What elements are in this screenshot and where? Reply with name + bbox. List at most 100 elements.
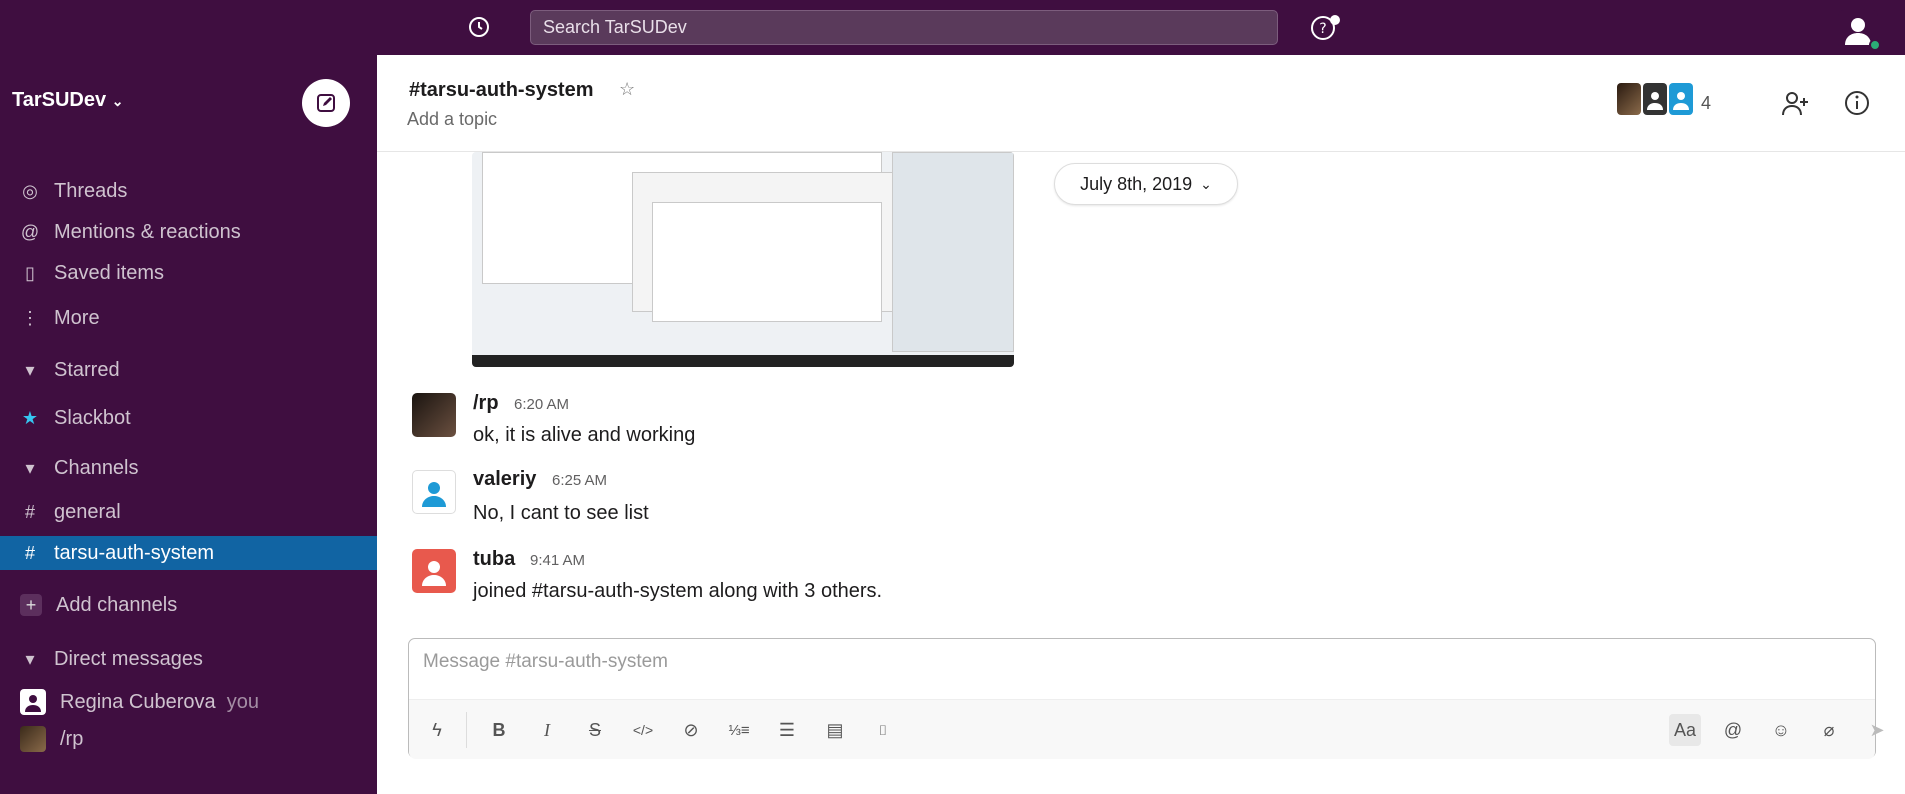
dm-item-rp[interactable]: /rp xyxy=(12,722,362,756)
window-thumb xyxy=(652,202,882,322)
message-composer: Message #tarsu-auth-system ϟ B I S </> ⊘… xyxy=(408,638,1885,759)
sidebar-section-dms[interactable]: ▾ Direct messages xyxy=(12,642,362,676)
add-user-icon xyxy=(1782,92,1808,116)
sidebar-item-label: Mentions & reactions xyxy=(54,220,241,243)
slackbot-icon: ★ xyxy=(21,407,39,428)
members-button[interactable]: 4 xyxy=(1617,83,1711,123)
avatar xyxy=(20,689,46,715)
chevron-down-icon: ⌄ xyxy=(111,93,124,109)
blockquote-button[interactable]: ▤ xyxy=(819,714,851,746)
search-input[interactable]: Search TarSUDev xyxy=(530,10,1278,45)
top-bar: Search TarSUDev ? xyxy=(0,0,1905,55)
message-input[interactable]: Message #tarsu-auth-system xyxy=(423,651,668,673)
window-thumb xyxy=(892,152,1014,352)
history-button[interactable] xyxy=(463,11,495,43)
workspace-name: TarSUDev xyxy=(12,89,107,111)
mention-button[interactable]: @ xyxy=(1717,714,1749,746)
send-icon: ➤ xyxy=(1869,719,1885,740)
add-topic-link[interactable]: Add a topic xyxy=(407,109,497,130)
message-author[interactable]: tuba xyxy=(473,548,515,571)
channel-info-button[interactable] xyxy=(1839,85,1875,121)
code-button[interactable]: </> xyxy=(627,714,659,746)
sidebar-item-tarsu-auth-system[interactable]: # tarsu-auth-system xyxy=(0,536,377,570)
workspace-menu[interactable]: TarSUDev ⌄ xyxy=(12,89,123,112)
italic-button[interactable]: I xyxy=(531,714,563,746)
avatar xyxy=(1617,83,1641,115)
avatar[interactable] xyxy=(412,393,456,437)
sidebar-item-label: Starred xyxy=(54,358,120,381)
link-button[interactable]: ⊘ xyxy=(675,714,707,746)
compose-button[interactable] xyxy=(302,79,350,127)
plus-icon: + xyxy=(20,594,42,616)
avatar[interactable] xyxy=(412,549,456,593)
message-timestamp[interactable]: 9:41 AM xyxy=(530,552,585,569)
threads-icon: ◎ xyxy=(22,180,38,201)
compose-icon xyxy=(317,94,335,112)
dm-item-self[interactable]: Regina Cuberova you xyxy=(12,685,362,719)
sidebar-item-more[interactable]: ⋮ More xyxy=(12,301,362,335)
blockquote-icon: ▤ xyxy=(826,719,844,740)
formatting-toggle-button[interactable]: Aa xyxy=(1669,714,1701,746)
caret-down-icon: ▾ xyxy=(25,648,35,669)
channel-title[interactable]: #tarsu-auth-system xyxy=(409,79,594,102)
image-attachment[interactable] xyxy=(472,152,1014,367)
paperclip-icon: ⌀ xyxy=(1823,719,1835,740)
clock-icon xyxy=(469,17,489,37)
sidebar-section-channels[interactable]: ▾ Channels xyxy=(12,451,362,485)
ordered-list-button[interactable]: ⅓≡ xyxy=(723,714,755,746)
shortcuts-button[interactable]: ϟ xyxy=(421,714,453,746)
sidebar-item-saved[interactable]: ▯ Saved items xyxy=(12,256,362,290)
at-icon: @ xyxy=(20,221,40,242)
dm-name: Regina Cuberova xyxy=(60,690,216,713)
code-icon: </> xyxy=(632,722,654,738)
code-block-button[interactable]: ⌷ xyxy=(867,714,899,746)
italic-icon: I xyxy=(544,719,550,740)
user-avatar[interactable] xyxy=(1838,10,1881,51)
strikethrough-button[interactable]: S xyxy=(579,714,611,746)
notification-dot xyxy=(1330,15,1340,25)
user-icon xyxy=(1647,92,1663,110)
avatar[interactable] xyxy=(412,470,456,514)
taskbar-thumb xyxy=(472,355,1014,367)
bulleted-list-button[interactable]: ☰ xyxy=(771,714,803,746)
info-icon xyxy=(1845,91,1869,115)
link-icon: ⊘ xyxy=(683,719,699,740)
user-icon xyxy=(25,695,41,712)
date-divider-button[interactable]: July 8th, 2019 ⌄ xyxy=(1054,163,1238,205)
chevron-down-icon: ⌄ xyxy=(1200,175,1212,192)
message-author[interactable]: valeriy xyxy=(473,468,536,491)
hash-icon: # xyxy=(24,542,35,563)
send-button[interactable]: ➤ xyxy=(1861,714,1893,746)
add-channels-button[interactable]: + Add channels xyxy=(12,588,362,622)
sidebar-item-label: Add channels xyxy=(56,593,178,616)
sidebar-item-mentions[interactable]: @ Mentions & reactions xyxy=(12,215,362,249)
code-block-icon: ⌷ xyxy=(878,721,888,738)
sidebar: TarSUDev ⌄ ◎ Threads @ Mentions & reaction… xyxy=(0,55,377,794)
at-icon: @ xyxy=(1723,719,1743,740)
sidebar-item-label: tarsu-auth-system xyxy=(54,541,215,564)
sidebar-item-general[interactable]: # general xyxy=(12,495,362,529)
dm-you-label: you xyxy=(226,690,260,713)
add-member-button[interactable] xyxy=(1777,85,1813,121)
emoji-button[interactable]: ☺ xyxy=(1765,714,1797,746)
help-button[interactable]: ? xyxy=(1303,9,1343,47)
ordered-list-icon: ⅓≡ xyxy=(728,721,750,739)
formatting-icon: Aa xyxy=(1673,719,1697,740)
attach-button[interactable]: ⌀ xyxy=(1813,714,1845,746)
sidebar-section-starred[interactable]: ▾ Starred xyxy=(12,353,362,387)
date-label: July 8th, 2019 xyxy=(1080,173,1193,194)
more-icon: ⋮ xyxy=(21,307,39,328)
sidebar-item-slackbot[interactable]: ★ Slackbot xyxy=(12,401,362,435)
user-icon xyxy=(422,482,446,507)
message-author[interactable]: /rp xyxy=(473,392,499,415)
member-count: 4 xyxy=(1701,92,1712,113)
user-icon xyxy=(1673,92,1689,110)
sidebar-item-label: Slackbot xyxy=(54,406,131,429)
sidebar-item-threads[interactable]: ◎ Threads xyxy=(12,174,362,208)
star-icon[interactable]: ☆ xyxy=(619,79,635,100)
bold-button[interactable]: B xyxy=(483,714,515,746)
message-timestamp[interactable]: 6:25 AM xyxy=(552,472,607,489)
divider xyxy=(466,712,467,748)
message-timestamp[interactable]: 6:20 AM xyxy=(514,396,569,413)
avatar xyxy=(1643,83,1667,115)
